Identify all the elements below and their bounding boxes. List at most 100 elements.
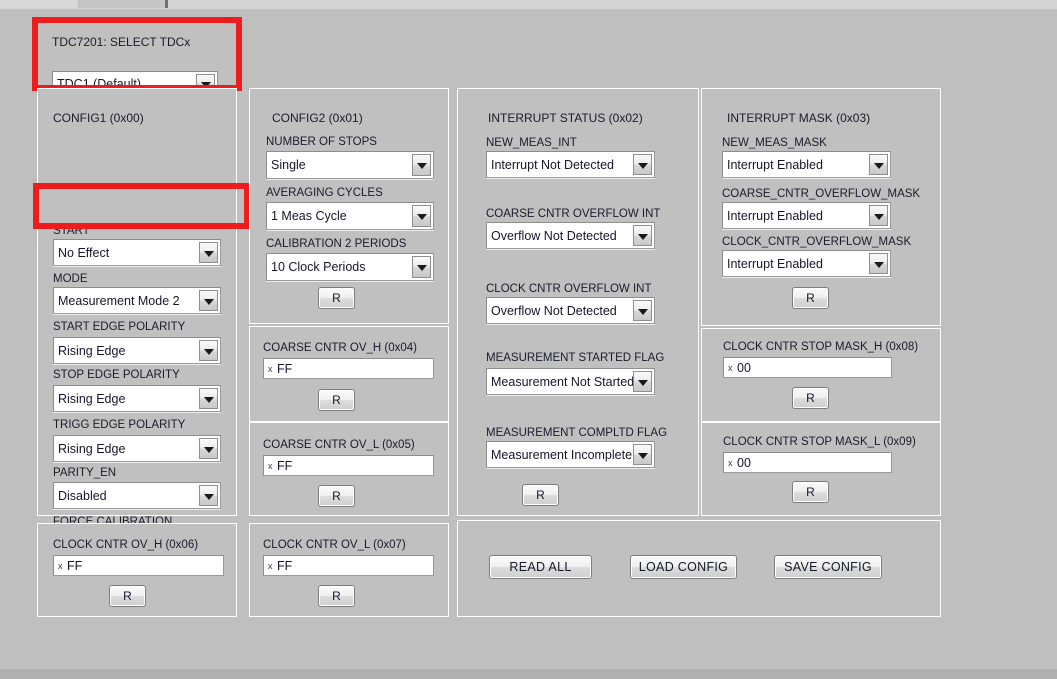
- chevron-down-icon[interactable]: [199, 340, 218, 361]
- hex-prefix-icon: x: [268, 461, 273, 471]
- load-config-button[interactable]: LOAD CONFIG: [630, 555, 737, 579]
- interrupt-status-coarse-cntr-overflow-int-value: Overflow Not Detected: [491, 229, 617, 243]
- coarse-cntr-ov-l-value: FF: [277, 459, 292, 473]
- chevron-down-icon[interactable]: [869, 154, 888, 175]
- config1-start-value: No Effect: [58, 246, 109, 260]
- interrupt-status-label-new-meas-int: NEW_MEAS_INT: [486, 137, 577, 149]
- coarse-cntr-ov-h-label: COARSE CNTR OV_H (0x04): [263, 342, 417, 354]
- hex-prefix-icon: x: [728, 363, 733, 373]
- select-tdcx-panel: TDC7201: SELECT TDCx TDC1 (Default): [37, 22, 237, 86]
- interrupt-status-measurement-started-flag-value: Measurement Not Started: [491, 375, 634, 389]
- clock-cntr-stop-mask-l-read-button[interactable]: R: [792, 481, 829, 503]
- chevron-down-icon[interactable]: [412, 154, 431, 176]
- clock-cntr-stop-mask-h-read-button[interactable]: R: [792, 387, 829, 409]
- interrupt-mask-new-meas-mask-dropdown[interactable]: Interrupt Enabled: [722, 151, 891, 178]
- interrupt-mask-clock-cntr-overflow-mask-dropdown[interactable]: Interrupt Enabled: [722, 250, 891, 277]
- clock-cntr-stop-mask-h-label: CLOCK CNTR STOP MASK_H (0x08): [723, 341, 918, 353]
- config1-title: CONFIG1 (0x00): [53, 111, 144, 125]
- window-bottom-strip: [0, 669, 1057, 679]
- clock-cntr-ov-l-field[interactable]: x FF: [263, 555, 434, 576]
- interrupt-status-panel: INTERRUPT STATUS (0x02) NEW_MEAS_INT Int…: [457, 88, 699, 516]
- interrupt-status-measurement-started-flag-dropdown[interactable]: Measurement Not Started: [486, 368, 655, 395]
- config1-label-trigg-edge-polarity: TRIGG EDGE POLARITY: [53, 419, 185, 431]
- chevron-down-icon[interactable]: [199, 242, 218, 263]
- interrupt-mask-label-coarse-cntr-overflow-mask: COARSE_CNTR_OVERFLOW_MASK: [722, 188, 920, 200]
- config2-label-averaging-cycles: AVERAGING CYCLES: [266, 187, 383, 199]
- interrupt-status-clock-cntr-overflow-int-dropdown[interactable]: Overflow Not Detected: [486, 297, 655, 324]
- interrupt-mask-title: INTERRUPT MASK (0x03): [727, 111, 870, 125]
- coarse-cntr-ov-h-panel: COARSE CNTR OV_H (0x04) x FF R: [249, 326, 449, 422]
- config1-panel: CONFIG1 (0x00) START No Effect MODE Meas…: [37, 88, 237, 516]
- config1-label-start-edge-polarity: START EDGE POLARITY: [53, 321, 185, 333]
- config1-mode-dropdown[interactable]: Measurement Mode 2: [53, 287, 221, 314]
- hex-prefix-icon: x: [728, 458, 733, 468]
- interrupt-status-label-coarse-cntr-overflow-int: COARSE CNTR OVERFLOW INT: [486, 208, 660, 220]
- config1-parity-en-dropdown[interactable]: Disabled: [53, 482, 221, 509]
- interrupt-status-measurement-compltd-flag-dropdown[interactable]: Measurement Incomplete: [486, 441, 655, 468]
- coarse-cntr-ov-h-field[interactable]: x FF: [263, 358, 434, 379]
- coarse-cntr-ov-l-field[interactable]: x FF: [263, 455, 434, 476]
- clock-cntr-ov-l-panel: CLOCK CNTR OV_L (0x07) x FF R: [249, 523, 449, 617]
- interrupt-status-measurement-compltd-flag-value: Measurement Incomplete: [491, 448, 632, 462]
- interrupt-status-label-measurement-compltd-flag: MEASUREMENT COMPLTD FLAG: [486, 427, 667, 439]
- chevron-down-icon[interactable]: [869, 205, 888, 226]
- chevron-down-icon[interactable]: [412, 205, 431, 227]
- clock-cntr-ov-h-label: CLOCK CNTR OV_H (0x06): [53, 539, 198, 551]
- config1-label-stop-edge-polarity: STOP EDGE POLARITY: [53, 369, 180, 381]
- interrupt-status-coarse-cntr-overflow-int-dropdown[interactable]: Overflow Not Detected: [486, 222, 655, 249]
- interrupt-mask-new-meas-mask-value: Interrupt Enabled: [727, 158, 823, 172]
- chevron-down-icon[interactable]: [869, 253, 888, 274]
- chevron-down-icon[interactable]: [199, 290, 218, 311]
- clock-cntr-ov-l-read-button[interactable]: R: [318, 585, 355, 607]
- interrupt-status-new-meas-int-dropdown[interactable]: Interrupt Not Detected: [486, 151, 655, 178]
- chevron-down-icon[interactable]: [633, 154, 652, 175]
- config1-stop-edge-polarity-value: Rising Edge: [58, 392, 125, 406]
- read-all-button[interactable]: READ ALL: [489, 555, 592, 579]
- interrupt-mask-read-button[interactable]: R: [792, 287, 829, 309]
- clock-cntr-ov-h-field[interactable]: x FF: [53, 555, 224, 576]
- clock-cntr-stop-mask-l-label: CLOCK CNTR STOP MASK_L (0x09): [723, 436, 916, 448]
- interrupt-mask-panel: INTERRUPT MASK (0x03) NEW_MEAS_MASK Inte…: [701, 88, 941, 326]
- chevron-down-icon[interactable]: [199, 388, 218, 409]
- window-toolbar-strip: [0, 0, 1057, 10]
- coarse-cntr-ov-h-read-button[interactable]: R: [318, 389, 355, 411]
- config1-trigg-edge-polarity-dropdown[interactable]: Rising Edge: [53, 435, 221, 462]
- chevron-down-icon[interactable]: [633, 371, 652, 392]
- clock-cntr-stop-mask-l-field[interactable]: x 00: [723, 452, 892, 473]
- actions-panel: READ ALL LOAD CONFIG SAVE CONFIG: [457, 520, 941, 617]
- clock-cntr-ov-h-read-button[interactable]: R: [109, 585, 146, 607]
- config2-read-button[interactable]: R: [318, 287, 355, 309]
- config1-start-dropdown[interactable]: No Effect: [53, 239, 221, 266]
- clock-cntr-stop-mask-l-panel: CLOCK CNTR STOP MASK_L (0x09) x 00 R: [701, 422, 941, 516]
- toolbar-segment-left: [0, 0, 79, 8]
- hex-prefix-icon: x: [58, 561, 63, 571]
- clock-cntr-ov-h-panel: CLOCK CNTR OV_H (0x06) x FF R: [37, 523, 237, 617]
- hex-prefix-icon: x: [268, 561, 273, 571]
- interrupt-mask-clock-cntr-overflow-mask-value: Interrupt Enabled: [727, 257, 823, 271]
- chevron-down-icon[interactable]: [199, 438, 218, 459]
- chevron-down-icon[interactable]: [633, 300, 652, 321]
- config2-averaging-cycles-dropdown[interactable]: 1 Meas Cycle: [266, 202, 434, 230]
- clock-cntr-ov-l-value: FF: [277, 559, 292, 573]
- toolbar-segment-right: [168, 0, 1057, 8]
- select-tdcx-title: TDC7201: SELECT TDCx: [52, 35, 190, 49]
- config1-start-edge-polarity-dropdown[interactable]: Rising Edge: [53, 337, 221, 364]
- chevron-down-icon[interactable]: [633, 444, 652, 465]
- config2-calibration-2-periods-dropdown[interactable]: 10 Clock Periods: [266, 253, 434, 281]
- config1-stop-edge-polarity-dropdown[interactable]: Rising Edge: [53, 385, 221, 412]
- chevron-down-icon[interactable]: [199, 485, 218, 506]
- interrupt-mask-coarse-cntr-overflow-mask-dropdown[interactable]: Interrupt Enabled: [722, 202, 891, 229]
- config1-parity-en-value: Disabled: [58, 489, 107, 503]
- save-config-button[interactable]: SAVE CONFIG: [774, 555, 882, 579]
- chevron-down-icon[interactable]: [633, 225, 652, 246]
- clock-cntr-stop-mask-h-field[interactable]: x 00: [723, 357, 892, 378]
- config2-number-of-stops-dropdown[interactable]: Single: [266, 151, 434, 179]
- interrupt-status-clock-cntr-overflow-int-value: Overflow Not Detected: [491, 304, 617, 318]
- config1-label-start: START: [53, 225, 90, 237]
- coarse-cntr-ov-l-read-button[interactable]: R: [318, 485, 355, 507]
- interrupt-status-read-button[interactable]: R: [522, 484, 559, 506]
- chevron-down-icon[interactable]: [412, 256, 431, 278]
- config1-trigg-edge-polarity-value: Rising Edge: [58, 442, 125, 456]
- config2-averaging-cycles-value: 1 Meas Cycle: [271, 209, 347, 223]
- interrupt-mask-coarse-cntr-overflow-mask-value: Interrupt Enabled: [727, 209, 823, 223]
